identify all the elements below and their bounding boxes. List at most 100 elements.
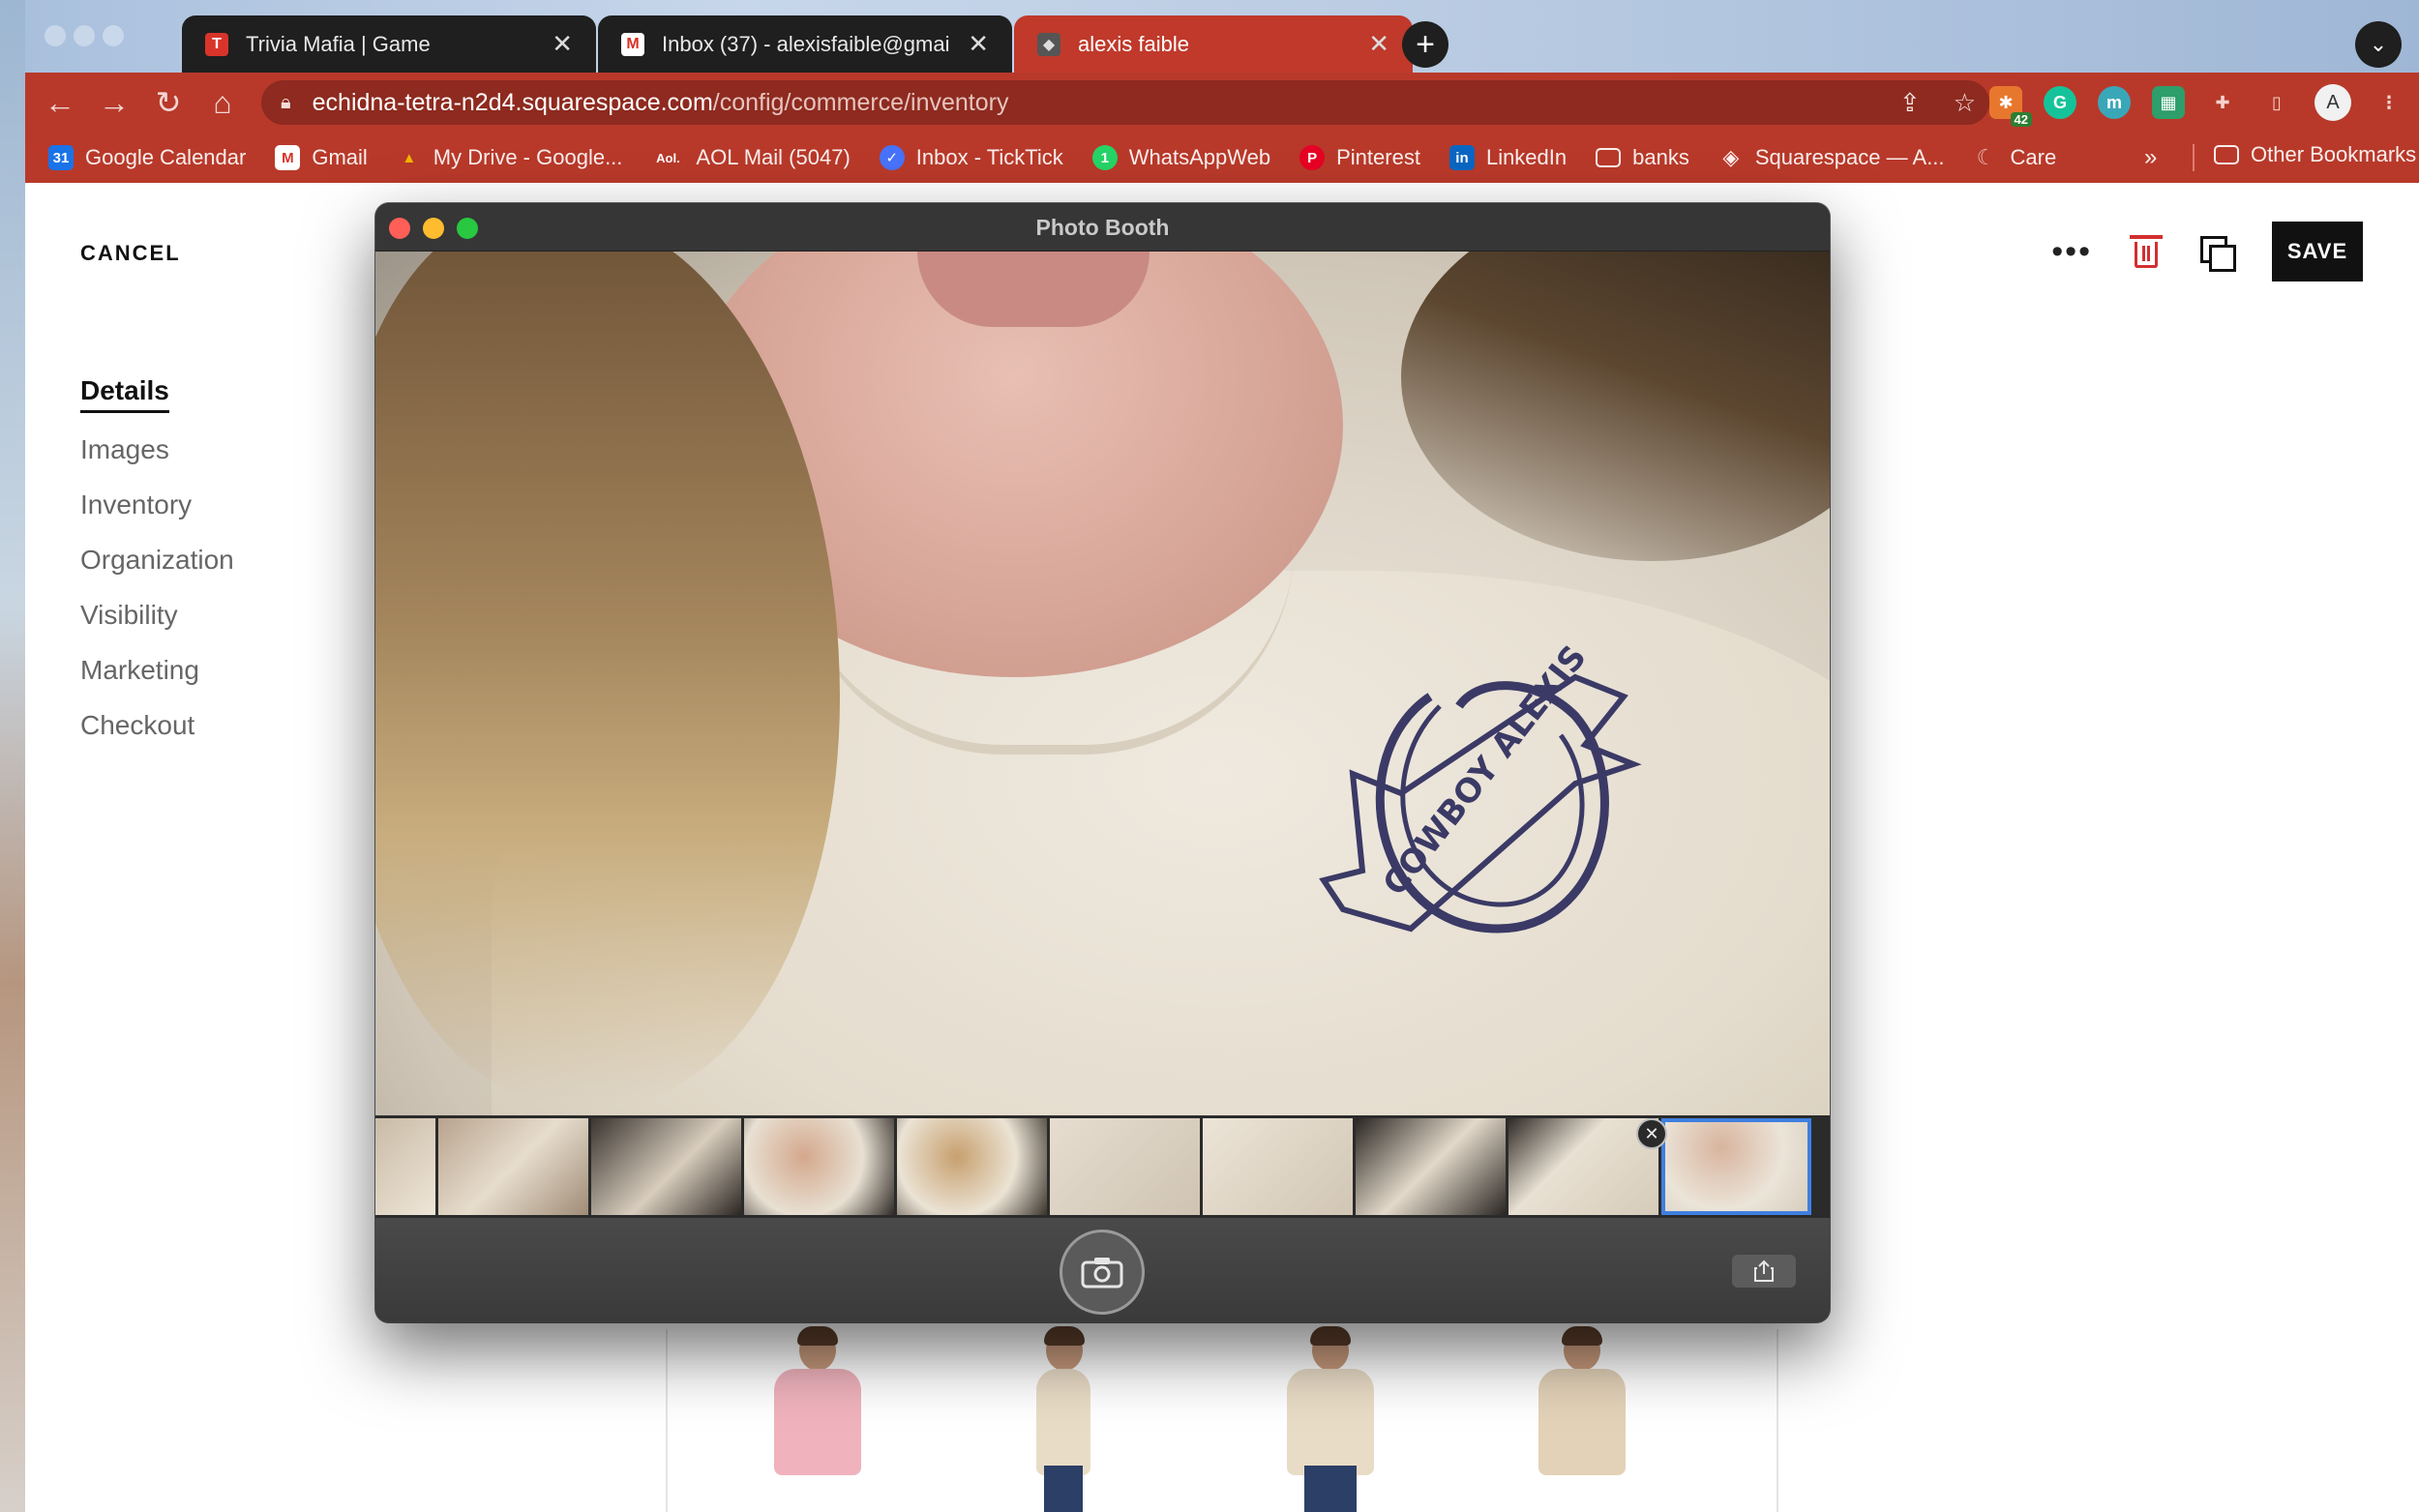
m-extension-icon[interactable]: m bbox=[2098, 86, 2131, 119]
tab-title: alexis faible bbox=[1078, 31, 1189, 56]
photo-thumbnail[interactable] bbox=[744, 1118, 894, 1215]
photo-thumbnail[interactable] bbox=[1356, 1118, 1506, 1215]
bookmark-google-calendar[interactable]: 31 Google Calendar bbox=[48, 145, 246, 170]
product-image-cream-tee-back[interactable] bbox=[1519, 1326, 1645, 1512]
hair-left bbox=[375, 252, 840, 1103]
tab-alexis-faible[interactable]: ◆ alexis faible ✕ bbox=[1014, 15, 1413, 73]
save-button[interactable]: SAVE bbox=[2272, 222, 2363, 282]
ticktick-icon: ✓ bbox=[879, 145, 905, 170]
share-icon[interactable]: ⇪ bbox=[1899, 88, 1921, 118]
window-minimize-button[interactable] bbox=[74, 25, 95, 46]
bookmark-squarespace[interactable]: ◈ Squarespace — A... bbox=[1718, 145, 1945, 170]
back-arrow-icon[interactable]: ← bbox=[33, 75, 87, 130]
photo-thumbnail[interactable] bbox=[438, 1118, 588, 1215]
bookmark-star-icon[interactable]: ☆ bbox=[1954, 88, 1976, 118]
delete-photo-icon[interactable]: ✕ bbox=[1636, 1118, 1667, 1149]
bookmark-gmail[interactable]: M Gmail bbox=[275, 145, 368, 170]
nav-item-label: Details bbox=[80, 375, 169, 413]
duplicate-icon[interactable] bbox=[2200, 236, 2236, 272]
extensions-area: ✱ 42 G m ▦ ✚ ▯ A ⋮ bbox=[1989, 80, 2405, 127]
photo-thumbnail[interactable] bbox=[897, 1118, 1047, 1215]
more-options-icon[interactable]: ••• bbox=[2051, 233, 2092, 271]
whatsapp-icon: 1 bbox=[1091, 145, 1118, 170]
nav-item-label: Marketing bbox=[80, 654, 199, 685]
tab-trivia-mafia[interactable]: T Trivia Mafia | Game ✕ bbox=[182, 15, 596, 73]
photo-booth-title: Photo Booth bbox=[1035, 214, 1170, 240]
close-icon[interactable]: ✕ bbox=[552, 29, 573, 59]
bookmark-ticktick[interactable]: ✓ Inbox - TickTick bbox=[879, 145, 1063, 170]
cancel-button[interactable]: CANCEL bbox=[80, 241, 181, 266]
photo-thumbnail-selected[interactable] bbox=[1661, 1118, 1811, 1215]
nav-item-visibility[interactable]: Visibility bbox=[80, 587, 234, 642]
bookmark-label: Google Calendar bbox=[85, 145, 247, 169]
close-icon[interactable]: ✕ bbox=[968, 29, 989, 59]
tab-title: Inbox (37) - alexisfaible@gmail bbox=[662, 31, 951, 56]
bookmark-my-drive[interactable]: ▲ My Drive - Google... bbox=[397, 145, 622, 170]
nav-item-label: Checkout bbox=[80, 709, 195, 740]
lock-icon: 🔒︎ bbox=[281, 91, 291, 113]
extension-badge-icon[interactable]: ✱ 42 bbox=[1989, 86, 2032, 127]
nav-item-inventory[interactable]: Inventory bbox=[80, 477, 234, 532]
bookmark-aol-mail[interactable]: Aol. AOL Mail (5047) bbox=[651, 145, 851, 170]
photo-booth-window: Photo Booth COWBOY ALEXIS ✕ bbox=[375, 203, 1830, 1322]
browser-toolbar: ← → ↻ ⌂ 🔒︎ echidna-tetra-n2d4.squarespac… bbox=[25, 73, 2419, 133]
bookmark-whatsapp[interactable]: 1 WhatsAppWeb bbox=[1091, 145, 1270, 170]
photo-thumbnail[interactable] bbox=[375, 1118, 435, 1215]
window-zoom-button[interactable] bbox=[103, 25, 124, 46]
share-button[interactable] bbox=[1732, 1255, 1796, 1288]
editor-actions: ••• SAVE bbox=[2051, 222, 2363, 282]
take-photo-button[interactable] bbox=[1060, 1230, 1145, 1315]
camera-icon bbox=[1081, 1258, 1123, 1289]
tab-gmail-inbox[interactable]: M Inbox (37) - alexisfaible@gmail ✕ bbox=[598, 15, 1012, 73]
forward-arrow-icon[interactable]: → bbox=[87, 75, 141, 130]
window-close-button[interactable] bbox=[45, 25, 66, 46]
product-image-pink-tee[interactable] bbox=[755, 1326, 881, 1512]
photo-thumbnail[interactable] bbox=[1203, 1118, 1353, 1215]
bookmark-folder-banks[interactable]: banks bbox=[1596, 145, 1689, 170]
delete-trash-icon[interactable] bbox=[2130, 235, 2163, 268]
nav-item-marketing[interactable]: Marketing bbox=[80, 642, 234, 697]
product-sections-nav: Details Images Inventory Organization Vi… bbox=[80, 367, 234, 753]
browser-menu-icon[interactable]: ⋮ bbox=[2373, 86, 2405, 119]
other-bookmarks[interactable]: Other Bookmarks bbox=[2214, 142, 2416, 167]
bookmarks-divider bbox=[2193, 144, 2195, 171]
folder-icon bbox=[1596, 148, 1622, 167]
address-bar[interactable]: 🔒︎ echidna-tetra-n2d4.squarespace.com/co… bbox=[261, 80, 1989, 125]
squarespace-cube-icon: ◆ bbox=[1037, 32, 1060, 56]
bookmark-care[interactable]: ☾ Care bbox=[1974, 145, 2057, 170]
puzzle-extensions-icon[interactable]: ✚ bbox=[2206, 86, 2239, 119]
photo-booth-controls bbox=[375, 1218, 1830, 1322]
profile-avatar[interactable]: A bbox=[2314, 84, 2351, 121]
extension-badge-count: 42 bbox=[2010, 112, 2032, 127]
bookmarks-overflow-chevron[interactable]: » bbox=[2144, 144, 2157, 171]
product-image-cream-tee-side[interactable] bbox=[1001, 1326, 1127, 1512]
bookmark-pinterest[interactable]: P Pinterest bbox=[1299, 145, 1420, 170]
bookmark-label: Squarespace — A... bbox=[1754, 145, 1945, 169]
sidebar-icon[interactable]: ▯ bbox=[2260, 86, 2293, 119]
tab-search-button[interactable]: ⌄ bbox=[2355, 21, 2402, 68]
aol-icon: Aol. bbox=[656, 150, 680, 165]
home-icon[interactable]: ⌂ bbox=[195, 75, 250, 130]
grammarly-icon[interactable]: G bbox=[2044, 86, 2076, 119]
nav-item-checkout[interactable]: Checkout bbox=[80, 697, 234, 753]
nav-item-images[interactable]: Images bbox=[80, 422, 234, 477]
gift-icon[interactable]: ▦ bbox=[2152, 86, 2185, 119]
url-host: echidna-tetra-n2d4.squarespace.com bbox=[312, 88, 713, 116]
tab-bar: T Trivia Mafia | Game ✕ M Inbox (37) - a… bbox=[25, 0, 2419, 73]
nav-item-details[interactable]: Details bbox=[80, 367, 234, 422]
new-tab-button[interactable]: + bbox=[1402, 21, 1448, 68]
tab-title: Trivia Mafia | Game bbox=[246, 31, 431, 56]
photo-thumbnail[interactable] bbox=[1050, 1118, 1200, 1215]
close-icon[interactable]: ✕ bbox=[1368, 29, 1389, 59]
photo-thumbnail[interactable] bbox=[591, 1118, 741, 1215]
bookmark-label: Care bbox=[2010, 145, 2057, 169]
trivia-mafia-icon: T bbox=[205, 32, 228, 56]
reload-icon[interactable]: ↻ bbox=[141, 75, 195, 130]
product-image-cream-tee-front[interactable] bbox=[1268, 1326, 1393, 1512]
nav-item-organization[interactable]: Organization bbox=[80, 532, 234, 587]
bookmark-linkedin[interactable]: in LinkedIn bbox=[1448, 145, 1567, 170]
nav-item-label: Inventory bbox=[80, 489, 193, 519]
camera-preview: COWBOY ALEXIS bbox=[375, 252, 1830, 1115]
bookmark-label: AOL Mail (5047) bbox=[696, 145, 851, 169]
gmail-icon: M bbox=[275, 145, 301, 170]
